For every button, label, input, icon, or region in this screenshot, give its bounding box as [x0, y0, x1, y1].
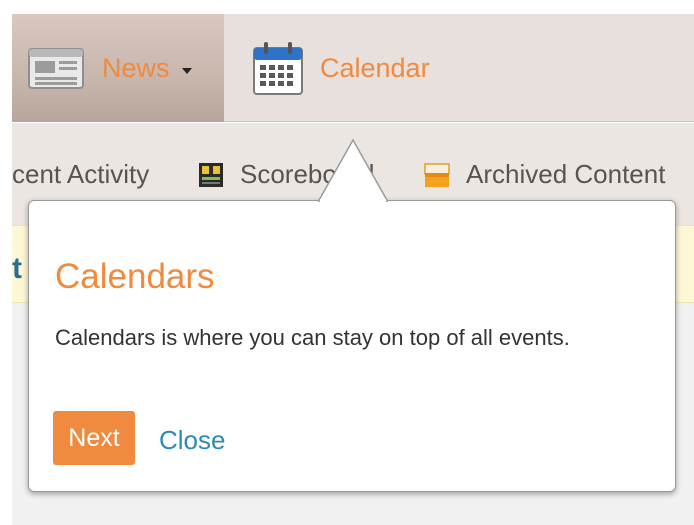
- nav-item-calendar[interactable]: Calendar: [224, 14, 484, 122]
- newspaper-icon: [28, 48, 84, 89]
- scoreboard-icon: [199, 162, 223, 187]
- tour-popover: Calendars Calendars is where you can sta…: [28, 200, 676, 492]
- archive-box-icon: [424, 162, 450, 187]
- popover-title: Calendars: [55, 257, 215, 296]
- subnav-label-recent-activity: cent Activity: [12, 159, 150, 189]
- chevron-down-icon: [181, 68, 192, 74]
- calendar-icon: [253, 42, 303, 95]
- main-nav: News Calendar: [12, 14, 694, 122]
- subnav-label-archived-content: Archived Content: [466, 159, 666, 189]
- nav-item-news[interactable]: News: [12, 14, 224, 122]
- nav-label-calendar: Calendar: [320, 52, 430, 83]
- nav-label-news: News: [102, 52, 170, 83]
- subnav-item-archived-content[interactable]: Archived Content: [424, 159, 665, 190]
- next-button[interactable]: Next: [53, 411, 135, 465]
- close-link[interactable]: Close: [159, 425, 225, 456]
- notice-text-fragment: t: [12, 252, 22, 285]
- subnav-item-recent-activity[interactable]: cent Activity: [12, 159, 149, 190]
- popover-arrow: [318, 138, 388, 202]
- popover-body: Calendars is where you can stay on top o…: [55, 325, 570, 350]
